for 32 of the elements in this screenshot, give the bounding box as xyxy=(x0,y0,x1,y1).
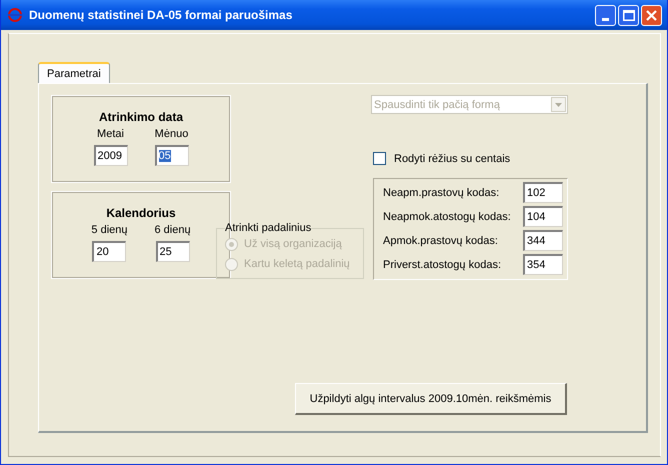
maximize-icon xyxy=(622,10,634,20)
group-title: Kalendorius xyxy=(106,206,176,220)
checkbox-label[interactable]: Rodyti rėžius su centais xyxy=(394,152,510,164)
field-label: 5 dienų xyxy=(91,224,128,236)
close-icon xyxy=(646,10,657,20)
code-label: Neapm.prastovų kodas: xyxy=(383,186,500,198)
fill-button[interactable]: Užpildyti algų intervalus 2009.10mėn. reikšmėmis xyxy=(295,383,567,415)
code-label: Apmok.prastovų kodas: xyxy=(383,234,498,246)
input-field[interactable]: 25 xyxy=(156,241,190,262)
minimize-icon xyxy=(602,18,609,20)
input-field[interactable]: 102 xyxy=(523,182,563,203)
checkbox[interactable] xyxy=(373,152,386,165)
caret-icon xyxy=(555,102,562,106)
input-field[interactable]: 344 xyxy=(523,230,563,251)
field-label: Mėnuo xyxy=(154,128,188,140)
field-label: Metai xyxy=(97,128,124,140)
field-label: 6 dienų xyxy=(154,224,191,236)
code-label: Neapmok.atostogų kodas: xyxy=(383,210,511,222)
tab[interactable]: Parametrai xyxy=(38,62,110,83)
input-field[interactable]: 104 xyxy=(523,206,563,227)
maximize-button[interactable] xyxy=(618,4,639,26)
code-label: Priverst.atostogų kodas: xyxy=(383,258,502,270)
app-icon xyxy=(7,8,23,22)
close-button[interactable] xyxy=(641,4,662,26)
group-title: Atrinkti padalinius xyxy=(225,222,312,234)
minimize-button[interactable] xyxy=(595,4,616,26)
window-title: Duomenų statistinei DA-05 formai paruošimas xyxy=(29,8,294,22)
input-field[interactable]: 2009 xyxy=(94,145,128,166)
input-field[interactable]: 05 xyxy=(154,145,188,166)
input-field[interactable]: 354 xyxy=(523,254,563,275)
group-title: Atrinkimo data xyxy=(98,110,183,124)
input-field[interactable]: 20 xyxy=(92,241,126,262)
